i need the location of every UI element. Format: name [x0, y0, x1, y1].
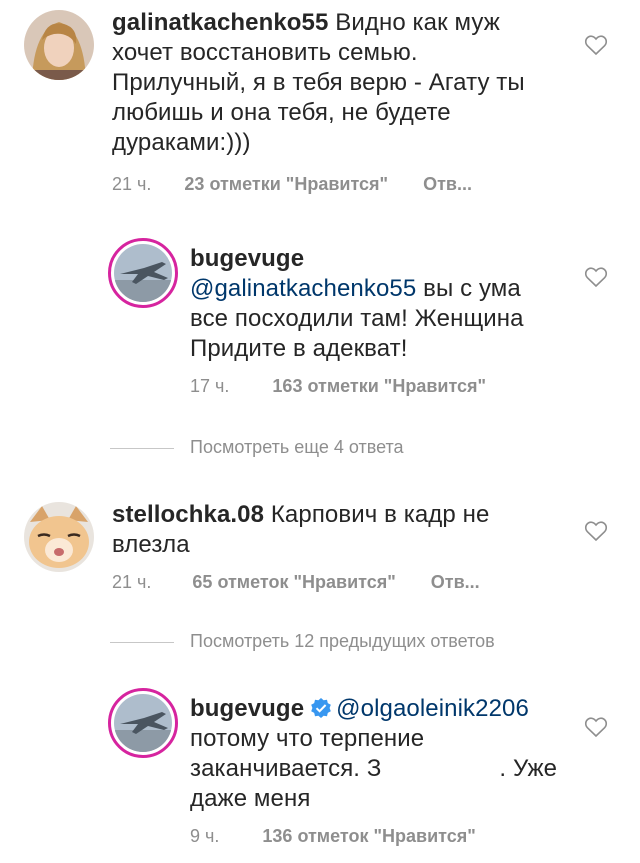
- likes-count[interactable]: 163 отметки "Нравится": [272, 376, 486, 396]
- thread-divider: [110, 642, 174, 643]
- comment-meta: 17 ч. 163 отметки "Нравится": [190, 376, 486, 397]
- likes-count[interactable]: 136 отметок "Нравится": [262, 826, 475, 846]
- reply-button[interactable]: Отв...: [431, 572, 480, 592]
- comment-time: 21 ч.: [112, 572, 152, 592]
- comment-meta: 21 ч. 65 отметок "Нравится" Отв...: [112, 572, 480, 593]
- heart-outline-icon[interactable]: [584, 716, 608, 738]
- reply-item: bugevuge @olgaoleinik2206 потому что терп…: [0, 680, 640, 863]
- reply-button[interactable]: Отв...: [423, 174, 472, 194]
- avatar[interactable]: [108, 688, 178, 758]
- thread-divider: [110, 448, 174, 449]
- avatar[interactable]: [24, 10, 94, 80]
- comment-time: 9 ч.: [190, 826, 220, 846]
- jet-photo: [114, 244, 172, 302]
- comment-body: заканчивается. З: [190, 755, 382, 782]
- verified-badge-icon: [311, 698, 331, 718]
- username[interactable]: bugevuge: [190, 695, 304, 722]
- comment-item: galinatkachenko55 Видно как муж хочет во…: [0, 0, 640, 205]
- username[interactable]: stellochka.08: [112, 501, 264, 528]
- comment-text: stellochka.08 Карпович в кадр не влезла: [112, 500, 532, 560]
- comment-text: bugevuge @olgaoleinik2206 потому что терп…: [190, 694, 570, 814]
- avatar[interactable]: [24, 502, 94, 572]
- comment-text: bugevuge @galinatkachenko55 вы с ума все…: [190, 244, 560, 364]
- comment-text: galinatkachenko55 Видно как муж хочет во…: [112, 8, 552, 158]
- heart-outline-icon[interactable]: [584, 266, 608, 288]
- comment-meta: 9 ч. 136 отметок "Нравится": [190, 826, 476, 847]
- username[interactable]: galinatkachenko55: [112, 9, 328, 36]
- comment-time: 21 ч.: [112, 174, 152, 194]
- mention-link[interactable]: @galinatkachenko55: [190, 275, 416, 302]
- heart-outline-icon[interactable]: [584, 520, 608, 542]
- username[interactable]: bugevuge: [190, 245, 304, 272]
- mention-link[interactable]: @olgaoleinik2206: [336, 695, 529, 722]
- comment-body: даже меня: [190, 785, 311, 812]
- reply-item: bugevuge @galinatkachenko55 вы с ума все…: [0, 230, 640, 410]
- view-more-replies-button[interactable]: Посмотреть еще 4 ответа: [190, 437, 404, 458]
- comment-time: 17 ч.: [190, 376, 230, 396]
- likes-count[interactable]: 23 отметки "Нравится": [184, 174, 388, 194]
- comment-item: stellochka.08 Карпович в кадр не влезла …: [0, 492, 640, 602]
- comment-meta: 21 ч. 23 отметки "Нравится" Отв...: [112, 174, 472, 195]
- avatar[interactable]: [108, 238, 178, 308]
- comment-body: . Уже: [499, 755, 558, 782]
- heart-outline-icon[interactable]: [584, 34, 608, 56]
- comment-body: потому что терпение: [190, 725, 425, 752]
- likes-count[interactable]: 65 отметок "Нравится": [192, 572, 395, 592]
- user-photo: [24, 10, 94, 80]
- jet-photo: [114, 694, 172, 752]
- cat-photo: [24, 502, 94, 572]
- view-previous-replies-button[interactable]: Посмотреть 12 предыдущих ответов: [190, 631, 495, 652]
